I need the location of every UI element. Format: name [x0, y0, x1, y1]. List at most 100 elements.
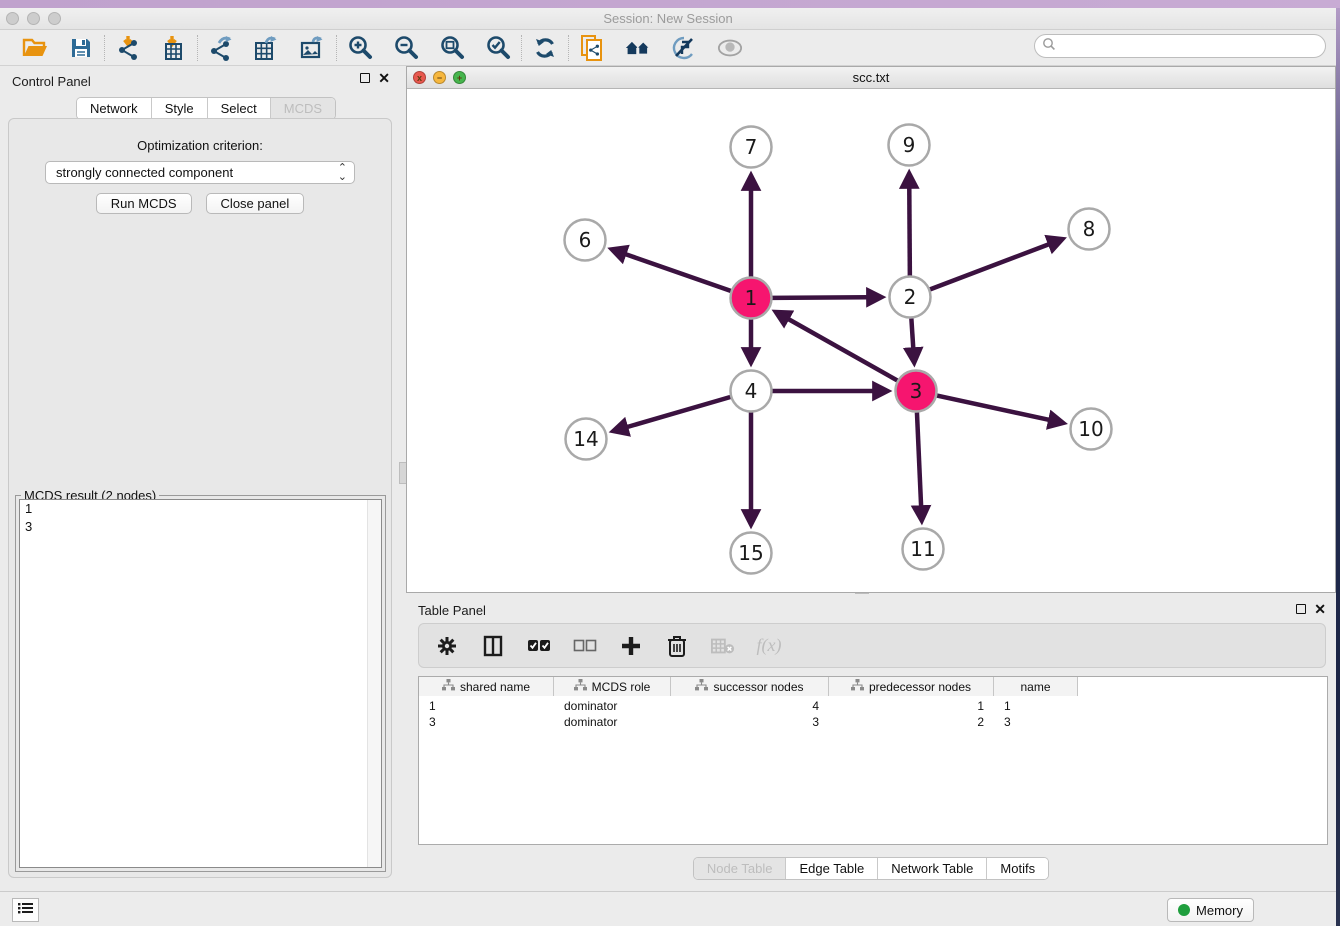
network-graph-canvas[interactable]: 7 9 6 8 1 2 4 3 14 10 15 11: [407, 89, 1335, 592]
graph-node-4[interactable]: 4: [731, 371, 772, 412]
tab-network[interactable]: Network: [77, 98, 152, 119]
table-cell[interactable]: 3: [671, 714, 829, 730]
network-window-title: scc.txt: [407, 70, 1335, 85]
mcds-result-item[interactable]: 3: [20, 518, 381, 536]
table-row[interactable]: 3dominator323: [419, 714, 1327, 730]
export-network-icon[interactable]: [208, 35, 234, 61]
table-cell[interactable]: 3: [419, 714, 554, 730]
function-icon: f(x): [757, 634, 781, 658]
network-view-window: x − + scc.txt 7968124314101511: [406, 66, 1336, 593]
export-image-icon[interactable]: [300, 35, 326, 61]
import-table-icon[interactable]: [161, 35, 187, 61]
edge-1-6[interactable]: [625, 254, 731, 291]
mcds-result-list[interactable]: 13: [19, 499, 382, 868]
zoom-fit-icon[interactable]: [439, 35, 465, 61]
column-type-icon: [851, 679, 864, 694]
table-cell[interactable]: dominator: [554, 714, 671, 730]
close-panel-button[interactable]: Close panel: [206, 193, 305, 214]
toolbar-separator: [197, 35, 198, 61]
edge-2-8[interactable]: [930, 244, 1049, 289]
memory-label: Memory: [1196, 903, 1243, 918]
graph-node-7[interactable]: 7: [731, 127, 772, 168]
zoom-out-icon[interactable]: [393, 35, 419, 61]
graph-node-9[interactable]: 9: [889, 125, 930, 166]
table-cell[interactable]: dominator: [554, 698, 671, 714]
table-cell[interactable]: 1: [994, 698, 1078, 714]
graph-node-1[interactable]: 1: [731, 278, 772, 319]
edge-3-1[interactable]: [788, 319, 897, 381]
settings-gear-icon[interactable]: [435, 634, 459, 658]
close-panel-icon[interactable]: ✕: [378, 73, 390, 83]
column-type-icon: [442, 679, 455, 694]
criterion-dropdown[interactable]: strongly connected component ⌃⌄: [45, 161, 355, 184]
table-tab-motifs[interactable]: Motifs: [987, 858, 1048, 879]
zoom-selected-icon[interactable]: [485, 35, 511, 61]
edge-4-14[interactable]: [627, 397, 731, 427]
graph-node-3[interactable]: 3: [896, 371, 937, 412]
table-row[interactable]: 1dominator411: [419, 698, 1327, 714]
tab-style[interactable]: Style: [152, 98, 208, 119]
refresh-icon[interactable]: [532, 35, 558, 61]
mcds-result-item[interactable]: 1: [20, 500, 381, 518]
table-panel: Table Panel ✕ f(x) shared nameMCDS roles…: [406, 595, 1336, 890]
table-cell[interactable]: 2: [829, 714, 994, 730]
column-header-successor-nodes[interactable]: successor nodes: [671, 677, 829, 696]
table-tab-node-table[interactable]: Node Table: [694, 858, 787, 879]
main-toolbar: [0, 30, 1336, 66]
table-cell[interactable]: 1: [829, 698, 994, 714]
edge-2-3[interactable]: [911, 318, 913, 348]
export-table-icon[interactable]: [254, 35, 280, 61]
clone-network-icon[interactable]: [579, 35, 605, 61]
hide-annotations-icon[interactable]: [671, 35, 697, 61]
zoom-in-icon[interactable]: [347, 35, 373, 61]
table-cell[interactable]: 3: [994, 714, 1078, 730]
import-network-icon[interactable]: [115, 35, 141, 61]
table-panel-title: Table Panel: [406, 595, 1336, 618]
control-panel-title: Control Panel: [0, 66, 400, 89]
column-header-predecessor-nodes[interactable]: predecessor nodes: [829, 677, 994, 696]
save-session-icon[interactable]: [68, 35, 94, 61]
float-panel-icon[interactable]: [360, 73, 370, 83]
table-tab-edge-table[interactable]: Edge Table: [786, 858, 878, 879]
tab-mcds[interactable]: MCDS: [271, 98, 335, 119]
run-mcds-button[interactable]: Run MCDS: [96, 193, 192, 214]
tab-select[interactable]: Select: [208, 98, 271, 119]
graph-node-14[interactable]: 14: [566, 419, 607, 460]
column-header-name[interactable]: name: [994, 677, 1078, 696]
graph-node-15[interactable]: 15: [731, 533, 772, 574]
column-header-shared-name[interactable]: shared name: [419, 677, 554, 696]
desktop-wallpaper-right: [1336, 8, 1340, 926]
close-table-panel-icon[interactable]: ✕: [1314, 604, 1326, 614]
graph-node-6[interactable]: 6: [565, 220, 606, 261]
desktop-wallpaper-top: [0, 0, 1340, 8]
column-header-MCDS-role[interactable]: MCDS role: [554, 677, 671, 696]
graph-node-10[interactable]: 10: [1071, 409, 1112, 450]
table-toolbar: f(x): [418, 623, 1326, 668]
column-type-icon: [574, 679, 587, 694]
task-history-button[interactable]: [12, 898, 39, 922]
edge-1-2[interactable]: [772, 297, 867, 298]
result-scrollbar[interactable]: [367, 500, 381, 867]
search-box[interactable]: [1034, 34, 1326, 58]
columns-icon[interactable]: [481, 634, 505, 658]
graph-node-2[interactable]: 2: [890, 277, 931, 318]
edge-2-9[interactable]: [909, 187, 910, 275]
edge-3-11[interactable]: [917, 412, 921, 506]
add-column-icon[interactable]: [619, 634, 643, 658]
home-view-icon[interactable]: [625, 35, 651, 61]
memory-button[interactable]: Memory: [1167, 898, 1254, 922]
select-all-columns-icon[interactable]: [527, 634, 551, 658]
search-input[interactable]: [1056, 36, 1325, 56]
delete-column-icon[interactable]: [665, 634, 689, 658]
edge-3-10[interactable]: [937, 396, 1049, 420]
open-session-icon[interactable]: [22, 35, 48, 61]
float-table-panel-icon[interactable]: [1296, 604, 1306, 614]
table-cell[interactable]: 1: [419, 698, 554, 714]
table-cell[interactable]: 4: [671, 698, 829, 714]
table-tab-network-table[interactable]: Network Table: [878, 858, 987, 879]
graph-node-11[interactable]: 11: [903, 529, 944, 570]
deselect-all-columns-icon[interactable]: [573, 634, 597, 658]
toolbar-separator: [104, 35, 105, 61]
table-header-row: shared nameMCDS rolesuccessor nodesprede…: [419, 677, 1078, 696]
graph-node-8[interactable]: 8: [1069, 209, 1110, 250]
